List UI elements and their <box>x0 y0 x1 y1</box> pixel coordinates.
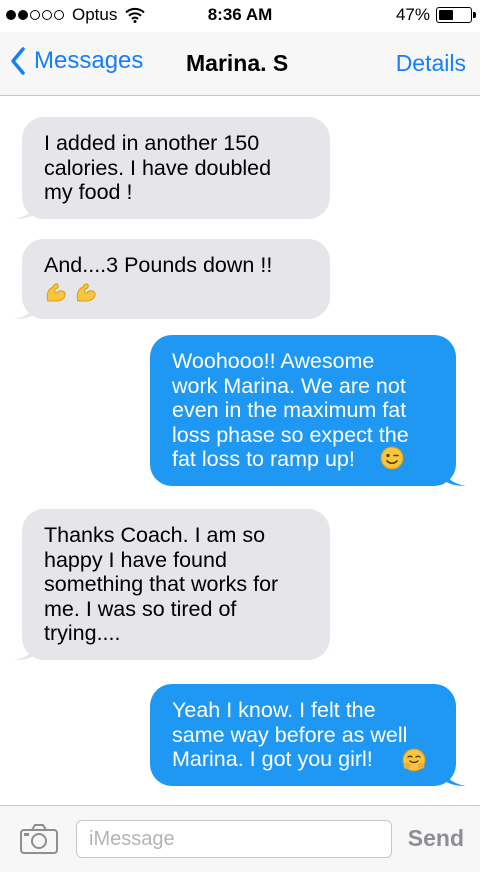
bubble-tail <box>444 465 466 486</box>
incoming-message-bubble[interactable]: Thanks Coach. I am so happy I have found… <box>14 509 330 660</box>
message-thread[interactable]: I added in another 150 calories. I have … <box>0 97 480 805</box>
incoming-message-bubble[interactable]: I added in another 150 calories. I have … <box>14 117 330 219</box>
winking-face-icon <box>380 446 404 469</box>
conversation-nav-bar: Messages Marina. S Details <box>0 32 480 96</box>
battery-fill <box>439 10 454 20</box>
bubble-tail <box>444 765 466 786</box>
battery-percentage: 47% <box>395 5 430 24</box>
imessage-input[interactable] <box>76 820 392 858</box>
camera-icon[interactable] <box>20 824 58 854</box>
message-text: Yeah I know. I felt the same way before … <box>172 698 408 771</box>
chevron-left-icon <box>11 47 25 75</box>
hugging-face-icon <box>402 748 426 771</box>
back-label: Messages <box>34 47 144 74</box>
outgoing-message-bubble[interactable]: Woohooo!! Awesome work Marina. We are no… <box>150 335 466 486</box>
bubble-tail <box>14 298 36 319</box>
details-button[interactable]: Details <box>396 50 466 77</box>
status-right: 47% <box>395 5 476 25</box>
flexed-biceps-icon <box>46 283 66 302</box>
message-text: And....3 Pounds down !! <box>44 253 273 277</box>
message-text: Thanks Coach. I am so happy I have found… <box>44 523 279 645</box>
message-composer: Send <box>0 805 480 872</box>
incoming-message-bubble[interactable]: And....3 Pounds down !! <box>14 239 330 319</box>
message-text: I added in another 150 calories. I have … <box>44 131 272 204</box>
battery-icon <box>436 7 476 23</box>
back-to-messages-button[interactable]: Messages <box>10 46 143 76</box>
status-bar: Optus 8:36 AM 47% <box>0 0 480 32</box>
send-button[interactable]: Send <box>408 825 464 852</box>
flexed-biceps-icon <box>76 283 96 302</box>
bubble-tail <box>14 198 36 219</box>
bubble-tail <box>14 639 36 660</box>
outgoing-message-bubble[interactable]: Yeah I know. I felt the same way before … <box>150 684 466 786</box>
contact-name[interactable]: Marina. S <box>186 50 288 77</box>
